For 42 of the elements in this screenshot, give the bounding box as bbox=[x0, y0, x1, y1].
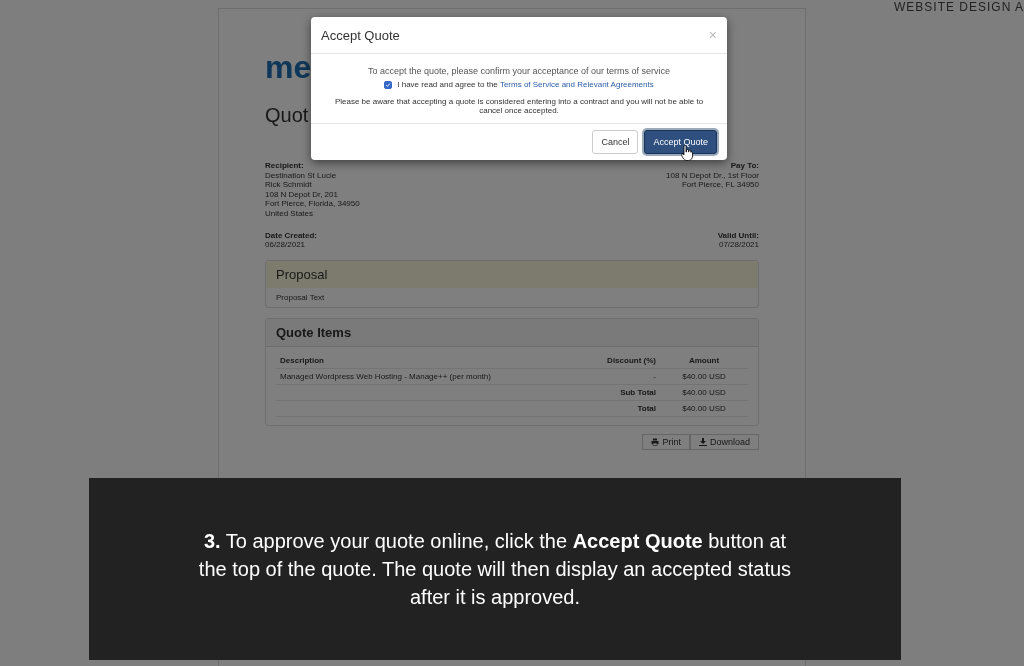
table-cell: Managed Wordpress Web Hosting - Manage++ (per month) bbox=[276, 368, 572, 385]
corner-text: WEBSITE DESIGN A bbox=[893, 0, 1024, 14]
column-header: Description bbox=[276, 352, 572, 369]
agree-checkbox[interactable] bbox=[384, 80, 393, 89]
dialog-message: To accept the quote, please confirm your acceptance of our terms of service bbox=[367, 66, 671, 76]
pay-to-label: Pay To: bbox=[730, 161, 759, 171]
page-title: Quot bbox=[265, 104, 309, 127]
total-label: Sub Total bbox=[572, 384, 660, 401]
date-label: Valid Until: bbox=[717, 230, 759, 241]
date-label: Date Created: bbox=[265, 230, 317, 241]
table-cell: $40.00 USD bbox=[660, 384, 748, 401]
printer-icon bbox=[651, 437, 660, 446]
address-line: Rick Schmidt bbox=[265, 180, 313, 190]
proposal-text: Proposal Text bbox=[275, 291, 326, 304]
address-line: Fort Pierce, Florida, 34950 bbox=[265, 199, 360, 209]
recipient-label: Recipient: bbox=[265, 161, 305, 171]
address-line: Destination St Lucie bbox=[265, 170, 338, 181]
date-value: 07/28/2021 bbox=[718, 240, 759, 250]
download-button[interactable]: Download bbox=[689, 433, 759, 450]
dialog-title: Accept Quote bbox=[321, 27, 400, 43]
address-line: 108 N Depot Dr., 1st Floor bbox=[666, 170, 759, 181]
address-line: Fort Pierce, FL 34950 bbox=[681, 180, 759, 190]
table-cell: $40.00 USD bbox=[660, 400, 748, 417]
print-button[interactable]: Print bbox=[642, 433, 690, 450]
total-label: Total bbox=[572, 400, 660, 417]
column-header: Amount bbox=[660, 352, 748, 369]
contract-notice: Please be aware that accepting a quote is considered entering into a contract and you will not be able to cancel once accepted. bbox=[333, 97, 705, 115]
cancel-button[interactable]: Cancel bbox=[592, 130, 639, 154]
address-line: 108 N Depot Dr, 201 bbox=[265, 189, 339, 200]
panel-title: Proposal bbox=[266, 260, 758, 288]
logo-text: me bbox=[265, 49, 312, 86]
table-cell: $40.00 USD bbox=[660, 368, 748, 385]
address-line: United States bbox=[265, 208, 315, 219]
date-value: 06/28/2021 bbox=[265, 240, 307, 250]
agree-label: I have read and agree to the Terms of Service and Relevant Agreements bbox=[397, 80, 654, 89]
download-icon bbox=[698, 437, 707, 446]
caption-text: 3. To approve your quote online, click the Accept Quote button at the top of the quote. The quote will then display an accepted status after it is approved. bbox=[197, 529, 793, 610]
terms-link[interactable]: Terms of Service and Relevant Agreements bbox=[499, 80, 654, 89]
accept-quote-button[interactable]: Accept Quote bbox=[644, 130, 717, 154]
column-header: Discount (%) bbox=[572, 352, 660, 369]
table-cell: - bbox=[572, 368, 660, 385]
panel-title: Quote Items bbox=[266, 318, 758, 347]
